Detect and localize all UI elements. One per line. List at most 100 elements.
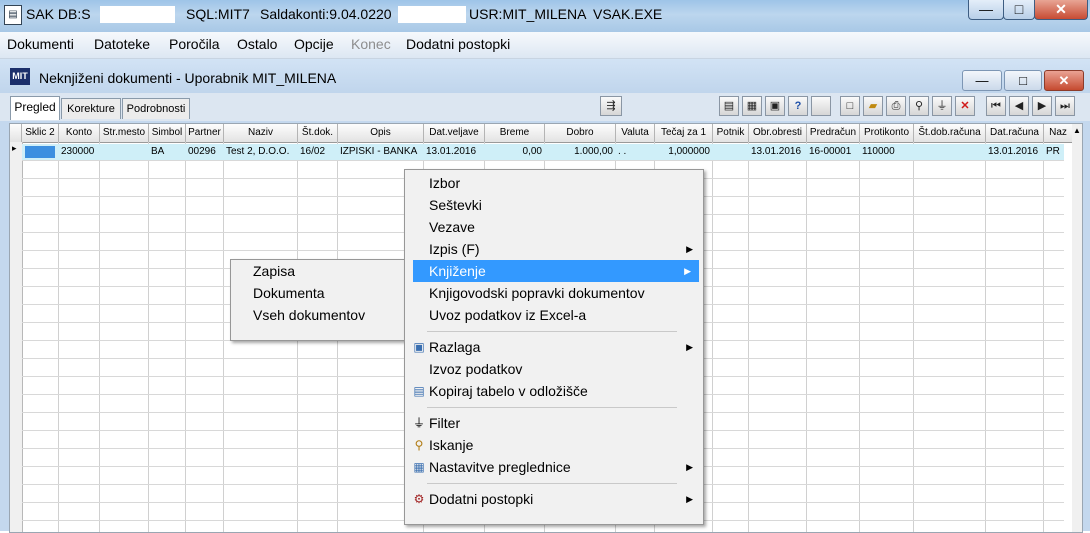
cell-tecaj[interactable]: 1,000000 [657,144,710,160]
col-header-sklic2[interactable]: Sklic 2 [22,124,59,142]
cell-strmesto[interactable] [102,144,146,160]
active-cell[interactable] [25,146,55,158]
ctx-item-izvoz-podatkov[interactable]: Izvoz podatkov [407,358,701,380]
col-header-potnik[interactable]: Potnik [713,124,749,142]
col-header-naziv[interactable]: Naziv [224,124,298,142]
help-icon[interactable]: ? [788,96,808,116]
calculator-icon[interactable]: ▦ [742,96,762,116]
col-header-stdobracuna[interactable]: Št.dob.računa [914,124,986,142]
cell-valuta[interactable]: . . [618,144,653,160]
ctx-item-uvoz-excel[interactable]: Uvoz podatkov iz Excel-a [407,304,701,326]
col-header-valuta[interactable]: Valuta [616,124,655,142]
cell-dobro[interactable]: 1.000,00 [547,144,613,160]
cell-breme[interactable]: 0,00 [487,144,542,160]
previous-record-icon[interactable]: ◀ [1009,96,1029,116]
submenu-arrow-icon: ▶ [686,244,693,254]
inner-minimize-button[interactable]: — [962,70,1002,91]
ctx-item-izpis[interactable]: Izpis (F) ▶ [407,238,701,260]
context-menu: Izbor Seštevki Vezave Izpis (F) ▶ Knjiže… [404,169,704,525]
col-header-protikonto[interactable]: Protikonto [860,124,914,142]
cell-stdobracuna[interactable] [916,144,984,160]
document-icon[interactable]: ▤ [719,96,739,116]
inner-close-button[interactable]: ✕ [1044,70,1084,91]
col-header-konto[interactable]: Konto [59,124,100,142]
col-header-naz[interactable]: Naz [1044,124,1072,142]
inner-restore-button[interactable]: □ [1004,70,1042,91]
ctx-item-knjizenje[interactable]: Knjiženje ▶ [413,260,699,282]
vertical-scrollbar[interactable]: ▲ [1072,124,1082,532]
ctx-item-sestevki[interactable]: Seštevki [407,194,701,216]
menu-dokumenti[interactable]: Dokumenti [7,36,74,52]
ctx-item-filter[interactable]: ⏚ Filter [407,412,701,434]
col-header-simbol[interactable]: Simbol [149,124,186,142]
cell-naziv[interactable]: Test 2, D.O.O. [226,144,296,160]
cell-potnik[interactable] [715,144,747,160]
first-record-icon[interactable]: ⏮ [986,96,1006,116]
ctx-item-vezave[interactable]: Vezave [407,216,701,238]
col-header-partner[interactable]: Partner [186,124,224,142]
col-header-datracuna[interactable]: Dat.računa [986,124,1044,142]
col-header-strmesto[interactable]: Str.mesto [100,124,149,142]
cell-partner[interactable]: 00296 [188,144,222,160]
col-header-tecaj[interactable]: Tečaj za 1 [655,124,713,142]
col-header-obrobresti[interactable]: Obr.obresti [749,124,807,142]
ctx-item-razlaga[interactable]: ▣ Razlaga ▶ [407,336,701,358]
menu-porocila[interactable]: Poročila [169,36,220,52]
col-header-datveljave[interactable]: Dat.veljave [424,124,485,142]
search-icon[interactable]: ⚲ [909,96,929,116]
cell-obrobresti[interactable]: 13.01.2016 [751,144,805,160]
col-header-breme[interactable]: Breme [485,124,545,142]
minimize-button[interactable]: — [968,0,1004,20]
ctx-item-dodatni-postopki[interactable]: ⚙ Dodatni postopki ▶ [407,488,701,510]
grid-header: Sklic 2 Konto Str.mesto Simbol Partner N… [10,124,1072,143]
ctx-item-kopiraj-tabelo[interactable]: ▤ Kopiraj tabelo v odložišče [407,380,701,402]
new-document-icon[interactable]: □ [840,96,860,116]
col-header-predracun[interactable]: Predračun [807,124,860,142]
monitor-icon[interactable]: ▣ [765,96,785,116]
last-record-icon[interactable]: ⏭ [1055,96,1075,116]
filter-icon[interactable]: ⏚ [932,96,952,116]
col-header-dobro[interactable]: Dobro [545,124,616,142]
col-header-stdok[interactable]: Št.dok. [298,124,338,142]
scroll-up-arrow-icon[interactable]: ▲ [1072,126,1082,135]
cell-konto[interactable]: 230000 [61,144,98,160]
delete-icon[interactable]: ✕ [955,96,975,116]
tab-pregled[interactable]: Pregled [10,96,60,120]
menu-opcije[interactable]: Opcije [294,36,334,52]
gears-icon: ⚙ [413,492,425,506]
col-header-opis[interactable]: Opis [338,124,424,142]
cell-protikonto[interactable]: 110000 [862,144,912,160]
menu-dodatni-postopki[interactable]: Dodatni postopki [406,36,510,52]
blank-icon[interactable] [811,96,831,116]
cell-predracun[interactable]: 16-00001 [809,144,858,160]
ctx-item-nastavitve[interactable]: ▦ Nastavitve preglednice ▶ [407,456,701,478]
tab-korekture[interactable]: Korekture [61,98,121,119]
submenu-item-zapisa[interactable]: Zapisa [253,260,295,282]
maximize-button[interactable]: □ [1003,0,1035,20]
redacted-block [398,6,466,23]
menu-konec[interactable]: Konec [351,36,391,52]
close-icon: ✕ [1058,73,1070,88]
cell-stdok[interactable]: 16/02 [300,144,336,160]
open-folder-icon[interactable]: ▰ [863,96,883,116]
close-button[interactable]: ✕ [1034,0,1088,20]
cell-datveljave[interactable]: 13.01.2016 [426,144,483,160]
ctx-item-knjigovodski-popravki[interactable]: Knjigovodski popravki dokumentov [407,282,701,304]
current-row-indicator: ▸ [12,143,17,153]
menu-datoteke[interactable]: Datoteke [94,36,150,52]
menu-ostalo[interactable]: Ostalo [237,36,277,52]
cell-simbol[interactable]: BA [151,144,184,160]
cell-naz[interactable]: PR [1046,144,1070,160]
submenu-arrow-icon: ▶ [686,462,693,472]
cell-datracuna[interactable]: 13.01.2016 [988,144,1042,160]
ctx-item-label: Izpis (F) [429,241,480,257]
tab-podrobnosti[interactable]: Podrobnosti [122,98,190,119]
tree-view-icon[interactable]: ⇶ [600,96,622,116]
submenu-item-dokumenta[interactable]: Dokumenta [253,282,325,304]
print-icon[interactable]: ⎙ [886,96,906,116]
submenu-item-vseh-dokumentov[interactable]: Vseh dokumentov [253,304,365,326]
next-record-icon[interactable]: ▶ [1032,96,1052,116]
ctx-item-izbor[interactable]: Izbor [407,172,701,194]
cell-opis[interactable]: IZPISKI - BANKA [340,144,422,160]
ctx-item-iskanje[interactable]: ⚲ Iskanje [407,434,701,456]
